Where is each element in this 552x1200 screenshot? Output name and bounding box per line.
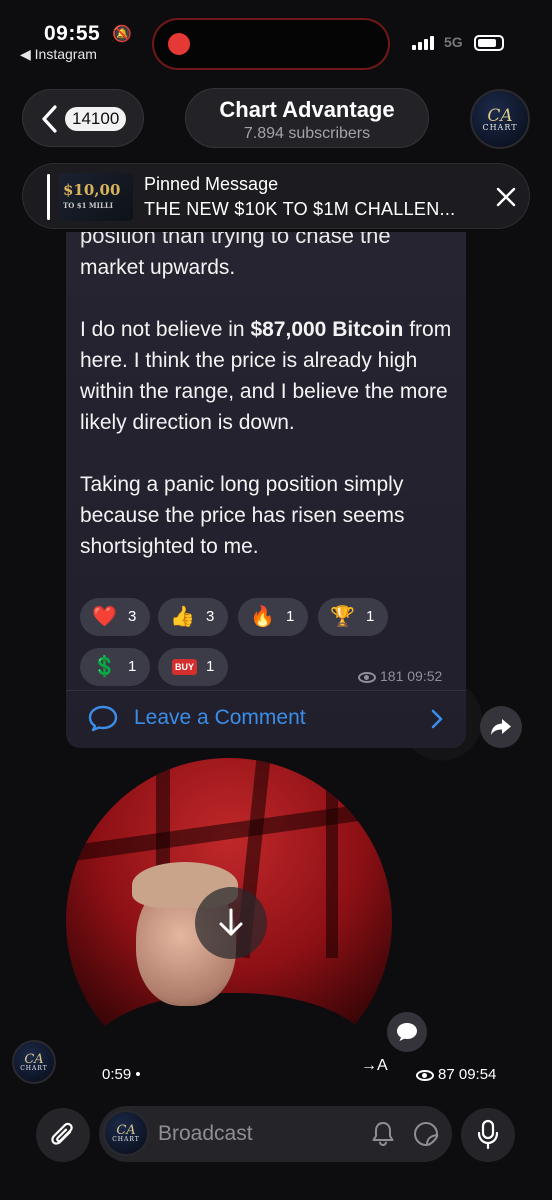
dollar-icon: 💲 <box>92 656 117 678</box>
view-count: 87 <box>438 1066 455 1083</box>
send-as-avatar[interactable]: CA CHART <box>103 1110 149 1156</box>
comment-icon <box>88 705 118 732</box>
channel-info-button[interactable]: Chart Advantage 7.894 subscribers <box>185 88 429 148</box>
silent-bell-icon: 🔕 <box>112 26 132 43</box>
network-type: 5G <box>444 34 463 50</box>
speech-bubble-icon <box>397 1023 417 1041</box>
download-button[interactable] <box>195 887 267 959</box>
pinned-message-bar[interactable]: $10,00 TO $1 MILLI Pinned Message THE NE… <box>22 163 530 229</box>
comment-bubble-button[interactable] <box>387 1012 427 1052</box>
leave-comment-label: Leave a Comment <box>134 706 306 729</box>
pinned-label: Pinned Message <box>144 174 279 194</box>
pinned-indicator <box>47 174 50 220</box>
view-count: 181 <box>380 668 404 684</box>
sender-avatar[interactable]: CA CHART <box>12 1040 56 1084</box>
broadcast-input[interactable]: Broadcast <box>158 1122 253 1146</box>
message-input-bar[interactable]: CA CHART Broadcast <box>99 1106 452 1162</box>
reaction-dollar[interactable]: 💲 1 <box>80 648 150 686</box>
unread-count-badge: 14100 <box>65 107 127 131</box>
download-arrow-icon <box>219 908 243 936</box>
video-time: 09:54 <box>458 1066 497 1083</box>
message-time: 09:52 <box>407 668 443 684</box>
reaction-buy[interactable]: BUY 1 <box>158 648 228 686</box>
share-button[interactable] <box>480 706 522 748</box>
paperclip-icon <box>51 1122 73 1145</box>
trophy-icon: 🏆 <box>330 606 355 628</box>
reaction-thumbs-up[interactable]: 👍 3 <box>158 598 228 636</box>
reaction-trophy[interactable]: 🏆 1 <box>318 598 388 636</box>
back-button[interactable]: 14100 <box>22 89 144 147</box>
translate-button[interactable]: →A <box>361 1057 388 1075</box>
pinned-text: THE NEW $10K TO $1M CHALLEN... <box>144 199 456 219</box>
chevron-right-icon <box>431 709 443 729</box>
message-text: market upwards. I do not believe in $87,… <box>80 252 460 593</box>
clock: 09:55 <box>44 22 101 45</box>
subscriber-count: 7.894 subscribers <box>243 125 371 142</box>
microphone-button[interactable] <box>461 1108 515 1162</box>
reaction-fire[interactable]: 🔥 1 <box>238 598 308 636</box>
share-arrow-icon <box>491 719 511 735</box>
video-duration: 0:59 • <box>102 1066 141 1083</box>
fire-icon: 🔥 <box>250 606 275 628</box>
message-paragraph: Taking a panic long position simply beca… <box>80 473 405 558</box>
video-meta: 87 09:54 <box>416 1066 496 1083</box>
status-bar: 09:55 🔕 ◀ Instagram 5G <box>0 0 552 70</box>
eye-icon <box>416 1069 434 1081</box>
buy-icon: BUY <box>172 659 198 675</box>
pinned-thumbnail: $10,00 TO $1 MILLI <box>59 173 133 221</box>
battery-icon <box>474 35 504 51</box>
thumbs-up-icon: 👍 <box>170 606 195 628</box>
eye-icon <box>358 671 376 683</box>
close-icon[interactable] <box>493 184 519 210</box>
message-bubble: position than trying to chase the market… <box>66 232 466 748</box>
reaction-heart[interactable]: ❤️ 3 <box>80 598 150 636</box>
channel-title: Chart Advantage <box>219 97 395 122</box>
message-paragraph: market upwards. <box>80 256 236 279</box>
signal-icon <box>412 36 438 50</box>
microphone-icon <box>477 1119 499 1150</box>
leave-comment-button[interactable]: Leave a Comment <box>66 691 466 748</box>
attach-button[interactable] <box>36 1108 90 1162</box>
back-to-app-link[interactable]: ◀ Instagram <box>20 46 97 63</box>
recording-indicator-icon <box>168 33 190 55</box>
dynamic-island <box>152 18 390 70</box>
sticker-icon[interactable] <box>413 1121 439 1147</box>
channel-avatar[interactable]: CA CHART <box>470 89 530 149</box>
message-paragraph: I do not believe in $87,000 Bitcoin from… <box>80 318 452 434</box>
message-meta: 181 09:52 <box>358 668 442 684</box>
bell-icon[interactable] <box>371 1120 395 1148</box>
heart-icon: ❤️ <box>92 606 117 628</box>
chevron-left-icon <box>42 105 57 133</box>
